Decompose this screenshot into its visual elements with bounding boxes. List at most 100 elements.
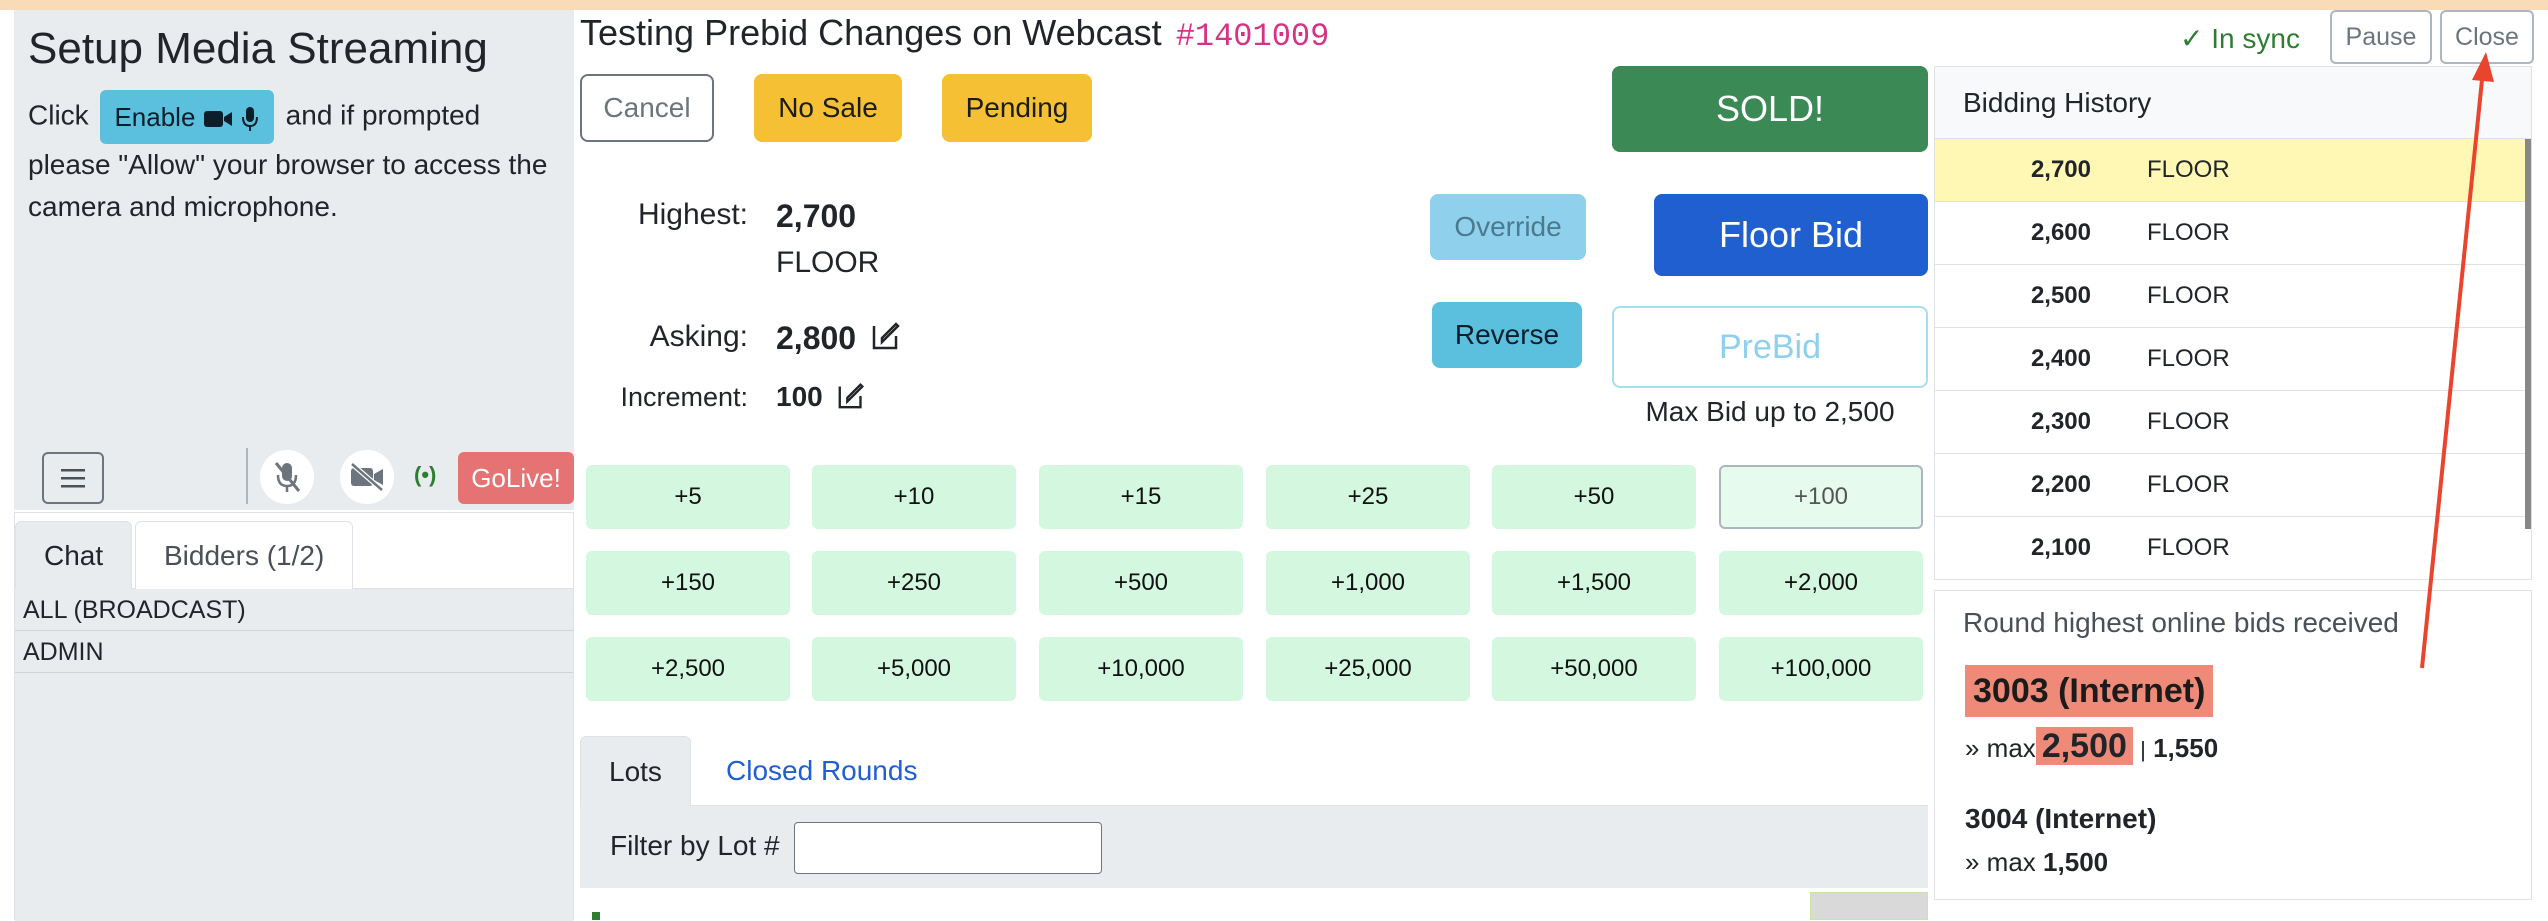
increment-button[interactable]: +5 (586, 465, 790, 529)
asking-label: Asking: (649, 320, 748, 353)
setup-text-before: Click (28, 99, 89, 131)
setup-title: Setup Media Streaming (28, 24, 488, 73)
mic-off-icon (274, 462, 301, 492)
increment-button[interactable]: +250 (812, 551, 1016, 615)
sold-button[interactable]: SOLD! (1612, 66, 1928, 152)
bidding-history-panel: Bidding History 2,700 FLOOR 2,600 FLOOR 2,… (1934, 66, 2532, 580)
bid-extra: 1,550 (2153, 733, 2219, 763)
max-value: 1,500 (2043, 847, 2109, 877)
camera-off-icon (350, 462, 384, 492)
bid-amount: 2,300 (2030, 408, 2091, 435)
reverse-button[interactable]: Reverse (1432, 302, 1582, 368)
camera-toggle-button[interactable] (340, 450, 394, 504)
highest-label: Highest: (637, 198, 748, 231)
media-setup-panel: Setup Media Streaming Click Enable and i… (14, 10, 574, 510)
mic-toggle-button[interactable] (260, 450, 314, 504)
round-bids-panel: Round highest online bids received 3003 … (1934, 590, 2532, 900)
increment-button[interactable]: +1,500 (1492, 551, 1696, 615)
table-row: 2,100 FLOOR (1935, 517, 2531, 579)
top-bidder-max: » max 2,500 | 1,550 (1965, 723, 2218, 773)
bid-source: FLOOR (2147, 156, 2230, 183)
list-item[interactable]: ADMIN (15, 631, 573, 673)
lot-filter-input[interactable] (794, 822, 1102, 874)
max-value: 2,500 (2035, 727, 2133, 765)
increment-button[interactable]: +10,000 (1039, 637, 1243, 701)
asking-value: 2,800 (776, 320, 857, 356)
menu-button[interactable] (42, 452, 104, 504)
broadcast-icon: (•) (414, 462, 437, 487)
chat-tabs: Chat Bidders (1/2) (15, 513, 573, 589)
microphone-icon (241, 107, 258, 132)
bid-amount: 2,500 (2030, 282, 2091, 309)
top-strip (0, 0, 2548, 10)
increment-button[interactable]: +50 (1492, 465, 1696, 529)
increment-button[interactable]: +100,000 (1719, 637, 1923, 701)
scrollbar[interactable] (2525, 139, 2531, 529)
media-controls: (•) GoLive! (28, 442, 574, 504)
hamburger-icon (61, 469, 85, 488)
table-row: 2,300 FLOOR (1935, 391, 2531, 454)
separator: | (2140, 737, 2146, 762)
increment-button[interactable]: +25 (1266, 465, 1470, 529)
lots-list (580, 888, 1928, 920)
tab-closed-rounds[interactable]: Closed Rounds (698, 736, 945, 806)
bid-source: FLOOR (2147, 408, 2230, 435)
bid-amount: 2,200 (2030, 471, 2091, 498)
bid-amount: 2,600 (2030, 219, 2091, 246)
prebid-button[interactable]: PreBid (1612, 306, 1928, 388)
increment-button[interactable]: +10 (812, 465, 1016, 529)
increment-button[interactable]: +5,000 (812, 637, 1016, 701)
edit-increment-icon[interactable] (836, 379, 868, 411)
bidder-name: 3004 (Internet) (1965, 803, 2157, 834)
edit-asking-icon[interactable] (870, 318, 904, 352)
pause-button[interactable]: Pause (2330, 10, 2432, 64)
increment-value: 100 (776, 381, 823, 412)
increment-button[interactable]: +500 (1039, 551, 1243, 615)
cancel-button[interactable]: Cancel (580, 74, 714, 142)
table-row: 2,400 FLOOR (1935, 328, 2531, 391)
table-row: 2,500 FLOOR (1935, 265, 2531, 328)
top-bidder-name: 3003 (Internet) (1965, 665, 2214, 717)
auction-code: #1401009 (1175, 18, 1330, 55)
bid-amount: 2,400 (2030, 345, 2091, 372)
lots-tabs: Lots Closed Rounds (580, 734, 1928, 806)
floor-bid-button[interactable]: Floor Bid (1654, 194, 1928, 276)
list-item[interactable]: ALL (BROADCAST) (15, 589, 573, 631)
bid-source: FLOOR (2147, 219, 2230, 246)
enable-label: Enable (114, 102, 196, 132)
override-button[interactable]: Override (1430, 194, 1586, 260)
page-title: Testing Prebid Changes on Webcast #140100… (580, 12, 1329, 55)
enable-media-button[interactable]: Enable (100, 90, 274, 144)
chat-recipient-list: ALL (BROADCAST) ADMIN (15, 589, 573, 921)
increment-button[interactable]: +50,000 (1492, 637, 1696, 701)
close-button[interactable]: Close (2440, 10, 2534, 64)
bid-source: FLOOR (2147, 282, 2230, 309)
divider (246, 448, 248, 504)
tab-bidders[interactable]: Bidders (1/2) (135, 521, 354, 589)
bid-source: FLOOR (2147, 345, 2230, 372)
no-sale-button[interactable]: No Sale (754, 74, 902, 142)
setup-instructions: Click Enable and if prompted please "All… (28, 90, 568, 228)
increment-button[interactable]: +25,000 (1266, 637, 1470, 701)
table-row: 2,600 FLOOR (1935, 202, 2531, 265)
chat-panel: Chat Bidders (1/2) ALL (BROADCAST) ADMIN (14, 512, 574, 921)
increment-button[interactable]: +2,000 (1719, 551, 1923, 615)
lot-filter-bar: Filter by Lot # (580, 806, 1928, 888)
increment-button[interactable]: +150 (586, 551, 790, 615)
max-prefix: » max (1965, 733, 2036, 763)
golive-button[interactable]: GoLive! (458, 452, 574, 504)
max-bid-text: Max Bid up to 2,500 (1645, 396, 1895, 427)
row-action-cell[interactable] (1810, 892, 1928, 920)
increment-button-selected[interactable]: +100 (1719, 465, 1923, 529)
bidding-history-title: Bidding History (1935, 67, 2531, 139)
table-row: 2,700 FLOOR (1935, 139, 2531, 202)
increment-button[interactable]: +2,500 (586, 637, 790, 701)
auction-title: Testing Prebid Changes on Webcast (580, 12, 1162, 53)
tab-lots[interactable]: Lots (580, 736, 691, 806)
tab-chat[interactable]: Chat (15, 521, 133, 589)
pending-button[interactable]: Pending (942, 74, 1092, 142)
bid-amount: 2,700 (2030, 156, 2091, 183)
bid-source: FLOOR (2147, 471, 2230, 498)
increment-button[interactable]: +15 (1039, 465, 1243, 529)
increment-button[interactable]: +1,000 (1266, 551, 1470, 615)
